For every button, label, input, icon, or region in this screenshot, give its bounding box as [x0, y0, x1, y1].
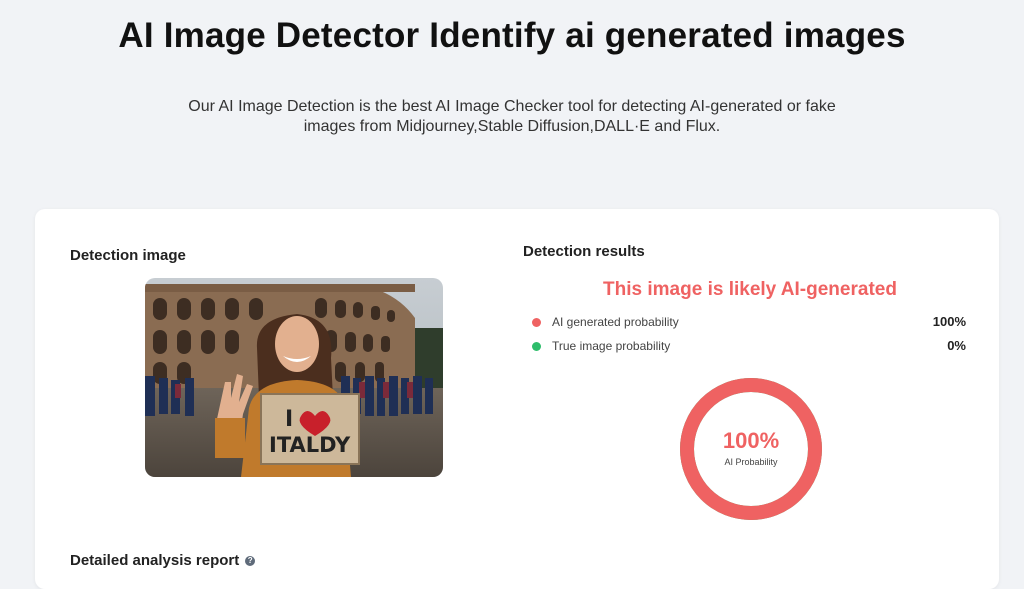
true-probability-label: True image probability	[552, 339, 671, 353]
uploaded-image: I ITALDY	[145, 278, 443, 477]
detailed-report-text: Detailed analysis report	[70, 552, 240, 569]
verdict-text: This image is likely AI-generated	[603, 279, 897, 300]
svg-text:ITALDY: ITALDY	[269, 433, 351, 457]
detection-results-label: Detection results	[523, 243, 645, 260]
detection-image-label: Detection image	[70, 247, 186, 264]
uploaded-image-svg: I ITALDY	[145, 278, 443, 477]
ai-probability-row: AI generated probability 100%	[532, 314, 966, 332]
donut-value: 100%	[722, 428, 780, 453]
ai-probability-label: AI generated probability	[552, 315, 679, 329]
ai-legend-dot	[532, 318, 541, 327]
true-probability-row: True image probability 0%	[532, 338, 966, 356]
detailed-report-label: Detailed analysis report?	[70, 552, 256, 569]
svg-text:I: I	[285, 407, 293, 432]
ai-probability-value: 100%	[932, 314, 966, 329]
true-probability-value: 0%	[947, 338, 966, 353]
page-title: AI Image Detector Identify ai generated …	[118, 16, 906, 55]
donut-caption: AI Probability	[724, 457, 778, 467]
true-legend-dot	[532, 342, 541, 351]
detection-card: Detection image I ITALDY Detection resul…	[35, 209, 999, 589]
question-circle-icon[interactable]: ?	[245, 556, 256, 567]
page-subtitle: Our AI Image Detection is the best AI Im…	[188, 98, 836, 135]
